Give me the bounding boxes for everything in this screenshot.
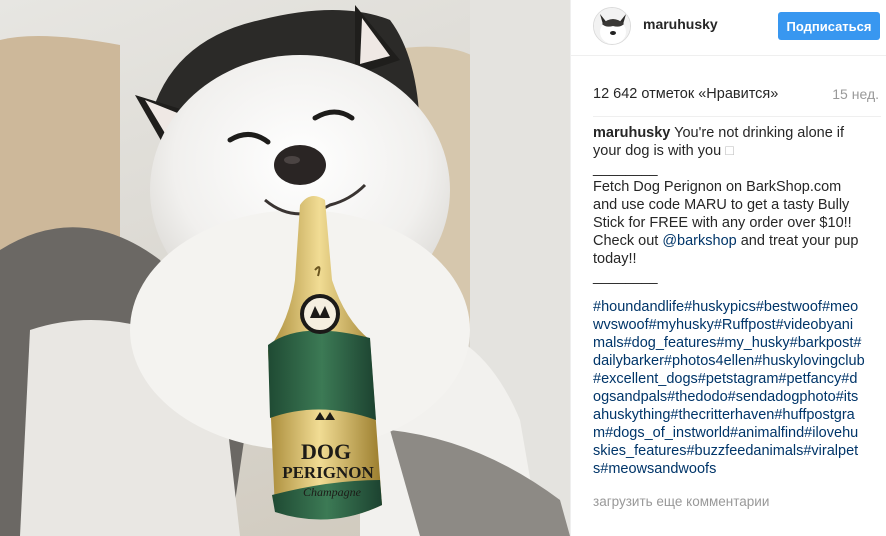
husky-avatar-icon bbox=[594, 8, 630, 44]
avatar[interactable] bbox=[593, 7, 631, 45]
caption-first-paragraph: maruhusky You're not drinking alone if y… bbox=[593, 124, 865, 160]
post-side-panel: maruhusky Подписаться 12 642 отметок «Нр… bbox=[570, 0, 886, 536]
caption-divider-2: ________ bbox=[593, 269, 658, 285]
hashtag-list[interactable]: #houndandlife#huskypics#bestwoof#meowvsw… bbox=[593, 298, 865, 478]
bottle-label-line2: PERIGNON bbox=[282, 463, 374, 482]
likes-row: 12 642 отметок «Нравится» 15 нед. bbox=[593, 80, 881, 117]
post-header: maruhusky Подписаться bbox=[571, 0, 886, 56]
bottle-label-line1: DOG bbox=[301, 439, 351, 464]
post-author-username[interactable]: maruhusky bbox=[643, 16, 718, 32]
follow-button[interactable]: Подписаться bbox=[778, 12, 880, 40]
post-caption: maruhusky You're not drinking alone if y… bbox=[593, 124, 865, 478]
caption-emoji: □ bbox=[725, 143, 734, 159]
husky-photo-illustration: DOG PERIGNON Champagne bbox=[0, 0, 570, 536]
load-more-comments-link[interactable]: загрузить еще комментарии bbox=[593, 494, 769, 509]
caption-divider-1: ________ bbox=[593, 161, 658, 177]
caption-username[interactable]: maruhusky bbox=[593, 125, 670, 141]
caption-body: Fetch Dog Perignon on BarkShop.com and u… bbox=[593, 178, 865, 268]
likes-count[interactable]: 12 642 отметок «Нравится» bbox=[593, 86, 778, 102]
post-timestamp[interactable]: 15 нед. bbox=[832, 86, 879, 102]
post-photo[interactable]: DOG PERIGNON Champagne bbox=[0, 0, 570, 536]
bottle-label-line3: Champagne bbox=[303, 485, 362, 499]
mention-link[interactable]: @barkshop bbox=[662, 233, 736, 249]
